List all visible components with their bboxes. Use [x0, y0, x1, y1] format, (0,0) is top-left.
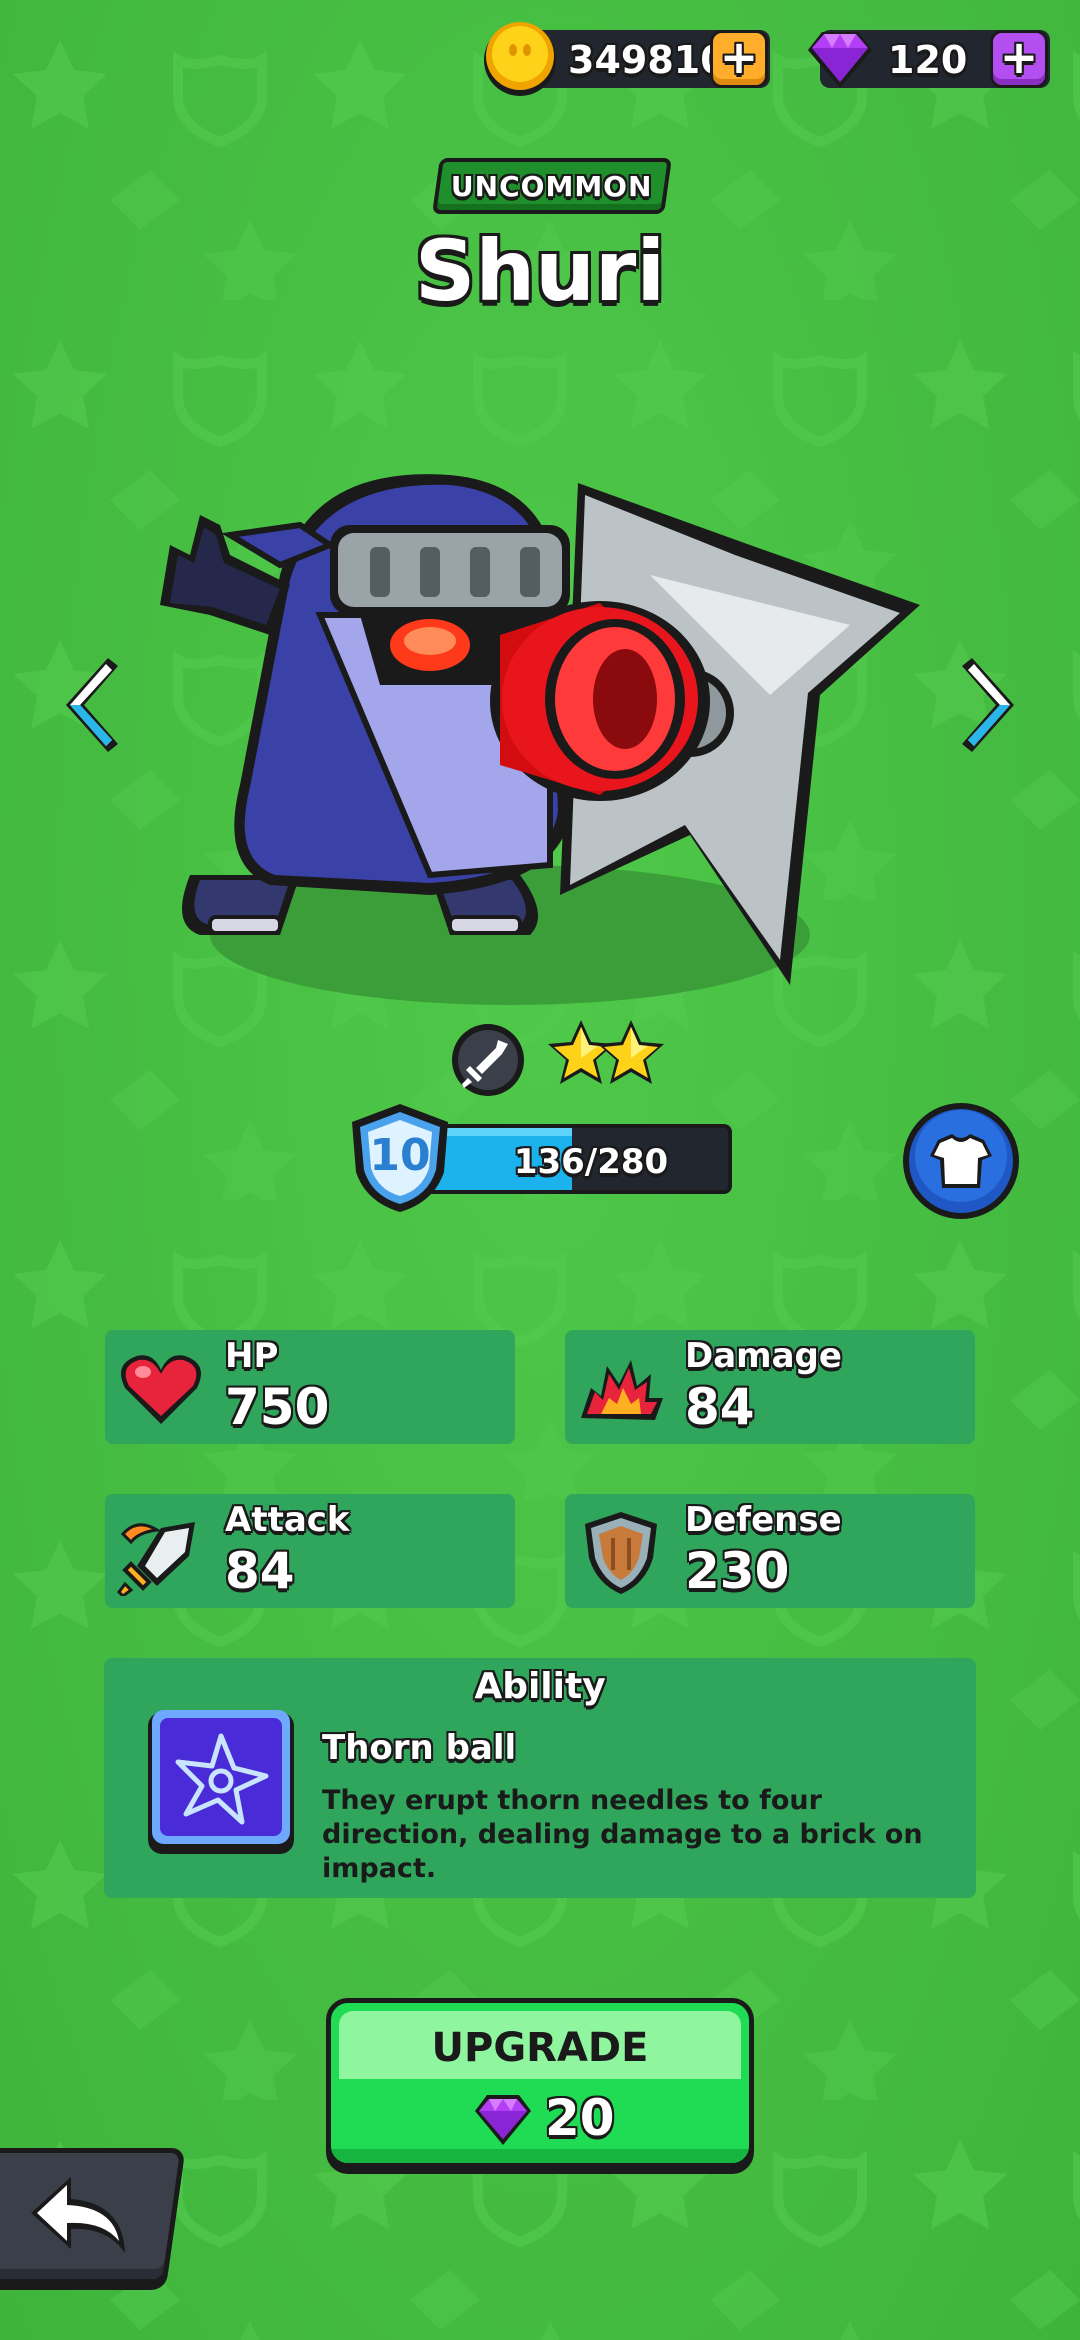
- purple-gem-icon: [475, 2095, 531, 2145]
- back-button[interactable]: [0, 2148, 186, 2284]
- plus-icon: +: [719, 30, 759, 84]
- ability-description: They erupt thorn needles to four directi…: [322, 1785, 923, 1884]
- stat-card-damage: Damage 84: [565, 1330, 975, 1444]
- xp-progress-text: 136/280: [513, 1142, 669, 1182]
- sword-icon: [452, 1024, 524, 1096]
- add-gems-button[interactable]: +: [990, 30, 1048, 88]
- hero-character-illustration: [160, 474, 920, 1005]
- hero-name: Shuri: [414, 222, 666, 320]
- upgrade-button-shade: [331, 2149, 749, 2163]
- heart-icon: [121, 1355, 201, 1424]
- upgrade-label: UPGRADE: [431, 2025, 649, 2071]
- shield-icon: [585, 1512, 657, 1594]
- stat-card-defense: Defense 230: [565, 1494, 975, 1608]
- explosion-icon: [581, 1360, 663, 1420]
- rarity-badge: UNCOMMON: [432, 158, 672, 214]
- stat-value: 750: [225, 1378, 330, 1436]
- upgrade-button[interactable]: UPGRADE 20: [326, 1998, 754, 2168]
- add-coins-button[interactable]: +: [710, 30, 768, 88]
- previous-hero-arrow-icon[interactable]: [56, 650, 126, 760]
- gems-counter: 120 +: [808, 30, 1050, 88]
- stat-label: HP: [225, 1336, 279, 1376]
- rarity-label: UNCOMMON: [451, 169, 653, 203]
- stat-value: 230: [685, 1542, 790, 1600]
- xp-progress-bar: 136/280: [420, 1124, 732, 1194]
- purple-gem-icon: [808, 32, 872, 88]
- stat-label: Damage: [685, 1336, 842, 1376]
- next-hero-arrow-icon[interactable]: [954, 650, 1024, 760]
- shuriken-icon[interactable]: [146, 1706, 296, 1856]
- hero-level: 10: [369, 1130, 431, 1181]
- star-icon: [598, 1020, 664, 1084]
- stat-value: 84: [225, 1542, 295, 1600]
- ability-title: Ability: [474, 1666, 606, 1707]
- coins-counter: 349810 +: [484, 22, 770, 96]
- stat-label: Defense: [685, 1500, 842, 1540]
- coins-value: 349810: [568, 38, 727, 82]
- plus-icon: +: [999, 30, 1039, 84]
- stat-value: 84: [685, 1378, 755, 1436]
- ability-name: Thorn ball: [322, 1728, 517, 1768]
- stat-label: Attack: [225, 1500, 350, 1540]
- back-arrow-icon: [30, 2177, 125, 2253]
- ability-card: Ability Thorn ball They erupt thorn need…: [104, 1658, 976, 1898]
- gold-coin-icon: [484, 22, 556, 96]
- stat-card-hp: HP 750: [105, 1330, 515, 1444]
- gems-value: 120: [888, 38, 968, 82]
- stat-card-attack: Attack 84: [105, 1494, 515, 1608]
- upgrade-cost: 20: [545, 2089, 615, 2147]
- skin-shirt-button[interactable]: [900, 1100, 1022, 1222]
- flaming-sword-icon: [117, 1522, 195, 1596]
